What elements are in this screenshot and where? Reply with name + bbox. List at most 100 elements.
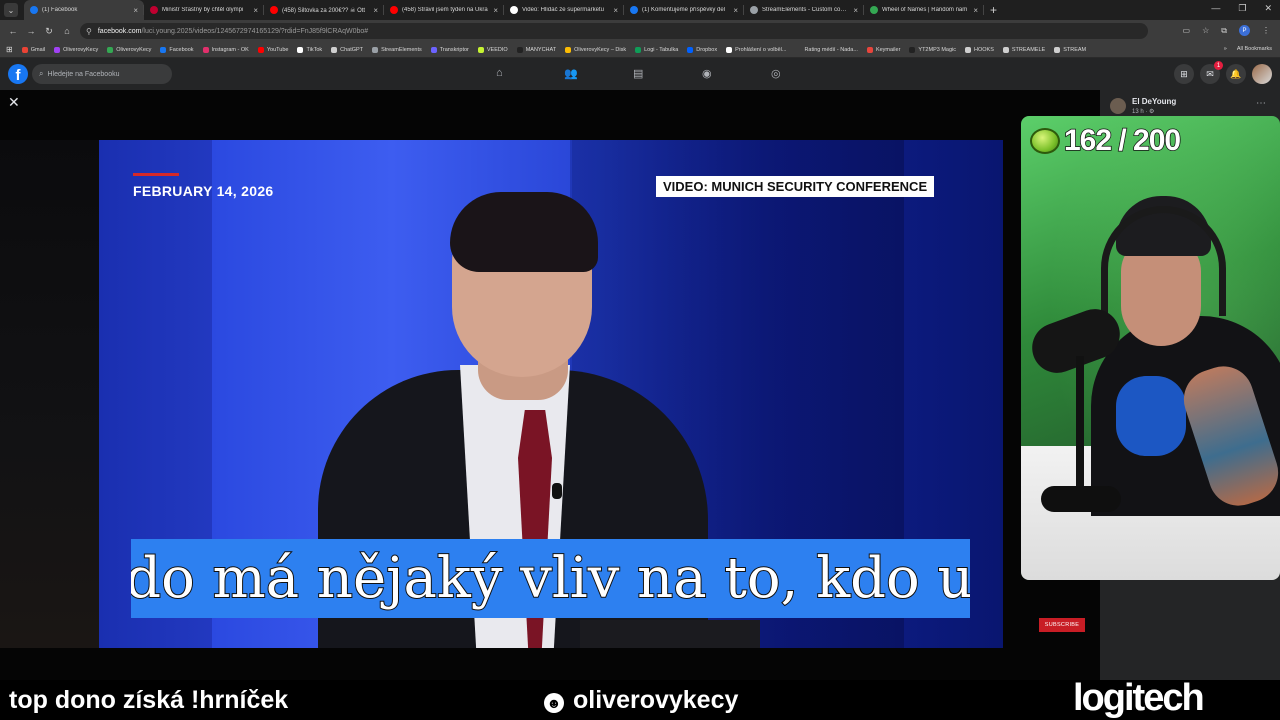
tab-close-icon[interactable]: × [133, 6, 138, 15]
bookmark-label: STREAMELE [1011, 46, 1046, 53]
tab-title: (1) Facebook [42, 7, 78, 13]
streamer-webcam [1021, 116, 1280, 580]
browser-tab[interactable]: (1) Komentujeme příspěvky del × [624, 0, 744, 20]
video-left-scene [0, 140, 99, 648]
browser-tab[interactable]: StreamElements - Custom comm × [744, 0, 864, 20]
browser-tab[interactable]: (458) Šiltovka za 200€?? ☠ Ott × [264, 0, 384, 20]
home-nav-icon[interactable]: ⌂ [496, 67, 503, 79]
browser-menu-icon[interactable]: ⋮ [1262, 26, 1270, 35]
video-date: FEBRUARY 14, 2026 [133, 183, 274, 199]
bookmark-favicon-icon [21, 46, 28, 53]
bookmark-item[interactable]: Keymailer [866, 46, 900, 53]
bookmark-label: YouTube [266, 46, 289, 53]
bookmark-item[interactable]: Logi - Tabulka [635, 46, 678, 53]
bookmark-favicon-icon [54, 46, 61, 53]
bookmark-item[interactable]: HOOKS [965, 46, 994, 53]
bookmark-item[interactable]: ChatGPT [331, 46, 364, 53]
screen: ⌄ (1) Facebook × Ministr Šťastný by chtěl … [0, 0, 1280, 720]
bookmark-item[interactable]: MANYCHAT [516, 46, 556, 53]
bookmark-item[interactable]: OliverovyKecy [54, 46, 98, 53]
messenger-icon[interactable]: ✉ 1 [1200, 61, 1223, 84]
tab-close-icon[interactable]: × [613, 6, 618, 15]
facebook-search-input[interactable]: ⌕ Hledejte na Facebooku [32, 64, 172, 84]
bookmark-item[interactable]: STREAM [1054, 46, 1086, 53]
extensions-icon[interactable]: ⧉ [1221, 26, 1227, 36]
tab-favicon-icon [390, 6, 398, 14]
address-bar-row: ← → ↻ ⌂ ⚲ facebook.com/luci.young.2025/v… [0, 20, 1280, 42]
donation-promo: top dono získá !hrníček [9, 686, 289, 714]
all-bookmarks[interactable]: All Bookmarks [1237, 46, 1272, 52]
notifications-bell-icon[interactable]: 🔔 [1226, 64, 1246, 84]
url-input[interactable]: ⚲ facebook.com/luci.young.2025/videos/12… [80, 23, 1148, 39]
profile-avatar[interactable]: P [1239, 25, 1250, 36]
bookmark-star-icon[interactable]: ☆ [1202, 26, 1209, 35]
bookmark-favicon-icon [107, 46, 114, 53]
bookmark-item[interactable]: Instagram - OK [202, 46, 249, 53]
video-title-label: VIDEO: MUNICH SECURITY CONFERENCE [656, 176, 935, 197]
back-icon[interactable]: ← [6, 26, 20, 36]
bookmark-item[interactable]: Transkriptor [430, 46, 469, 53]
bookmark-label: ChatGPT [340, 46, 364, 53]
more-bookmarks-icon[interactable]: » [1224, 46, 1227, 52]
new-tab-icon[interactable]: + [990, 3, 997, 17]
forward-icon[interactable]: → [24, 26, 38, 36]
bookmark-favicon-icon [257, 46, 264, 53]
browser-tab[interactable]: Video: Hlídač ze supermarketu × [504, 0, 624, 20]
friends-nav-icon[interactable]: 👥 [564, 67, 578, 80]
bookmark-item[interactable]: STREAMELE [1002, 46, 1046, 53]
bookmark-item[interactable]: OliverovyKecy [107, 46, 151, 53]
browser-tab[interactable]: (1) Facebook × [24, 0, 144, 20]
groups-nav-icon[interactable]: ◉ [702, 67, 712, 80]
bookmark-favicon-icon [516, 46, 523, 53]
reload-icon[interactable]: ↻ [42, 26, 56, 37]
tab-close-icon[interactable]: × [253, 6, 258, 15]
more-options-icon[interactable]: ⋯ [1256, 98, 1266, 109]
browser-tab[interactable]: (458) Strávil jsem týden na Ukra × [384, 0, 504, 20]
tab-close-icon[interactable]: × [973, 6, 978, 15]
browser-tab[interactable]: Ministr Šťastný by chtěl olympi × [144, 0, 264, 20]
marketplace-nav-icon[interactable]: ▤ [633, 67, 643, 80]
close-viewer-icon[interactable]: ✕ [8, 94, 20, 111]
bookmark-item[interactable]: Rating médií - Nada... [795, 46, 858, 53]
bookmark-item[interactable]: YT2MP3 Magic [909, 46, 956, 53]
bookmark-item[interactable]: YouTube [257, 46, 289, 53]
tab-close-icon[interactable]: × [373, 6, 378, 15]
bookmark-favicon-icon [635, 46, 642, 53]
tab-close-icon[interactable]: × [733, 6, 738, 15]
post-author-name[interactable]: El DeYoung [1132, 97, 1176, 106]
cast-icon[interactable]: ▭ [1183, 26, 1191, 35]
tab-search-icon[interactable]: ⌄ [4, 3, 18, 17]
bookmark-item[interactable]: StreamElements [372, 46, 422, 53]
window-controls: — ❐ ✕ [1211, 3, 1272, 14]
bookmark-favicon-icon [866, 46, 873, 53]
bookmark-item[interactable]: Gmail [21, 46, 45, 53]
post-author-avatar[interactable] [1110, 98, 1126, 114]
bookmark-item[interactable]: OliverovyKecy – Disk [565, 46, 626, 53]
tab-favicon-icon [870, 6, 878, 14]
bookmark-item[interactable]: Prohlášení o volběl... [726, 46, 786, 53]
bookmark-item[interactable]: VEEDIO [477, 46, 508, 53]
tab-separator [983, 5, 984, 15]
site-info-icon[interactable]: ⚲ [86, 27, 92, 36]
bookmark-item[interactable]: TikTok [297, 46, 323, 53]
bookmark-item[interactable]: Dropbox [687, 46, 717, 53]
minimize-icon[interactable]: — [1211, 3, 1220, 14]
facebook-logo-icon[interactable]: f [8, 64, 28, 84]
apps-icon[interactable]: ⊞ [6, 45, 13, 54]
bookmark-label: Rating médií - Nada... [804, 46, 858, 53]
maximize-icon[interactable]: ❐ [1238, 3, 1246, 14]
tab-close-icon[interactable]: × [853, 6, 858, 15]
menu-grid-icon[interactable]: ⊞ [1174, 64, 1194, 84]
bookmark-label: TikTok [306, 46, 323, 53]
bookmark-item[interactable]: Facebook [160, 46, 194, 53]
video-subtitle: kdo má nějaký vliv na to, kdo uh [131, 539, 970, 618]
bookmark-label: StreamElements [381, 46, 422, 53]
bookmark-favicon-icon [565, 46, 572, 53]
home-icon[interactable]: ⌂ [60, 26, 74, 36]
account-avatar[interactable] [1252, 64, 1272, 84]
browser-tab[interactable]: Wheel of Names | Random nam × [864, 0, 984, 20]
gaming-nav-icon[interactable]: ◎ [771, 67, 781, 80]
browser-tab-strip: ⌄ (1) Facebook × Ministr Šťastný by chtěl … [0, 0, 1280, 20]
tab-close-icon[interactable]: × [493, 6, 498, 15]
close-window-icon[interactable]: ✕ [1264, 3, 1272, 14]
